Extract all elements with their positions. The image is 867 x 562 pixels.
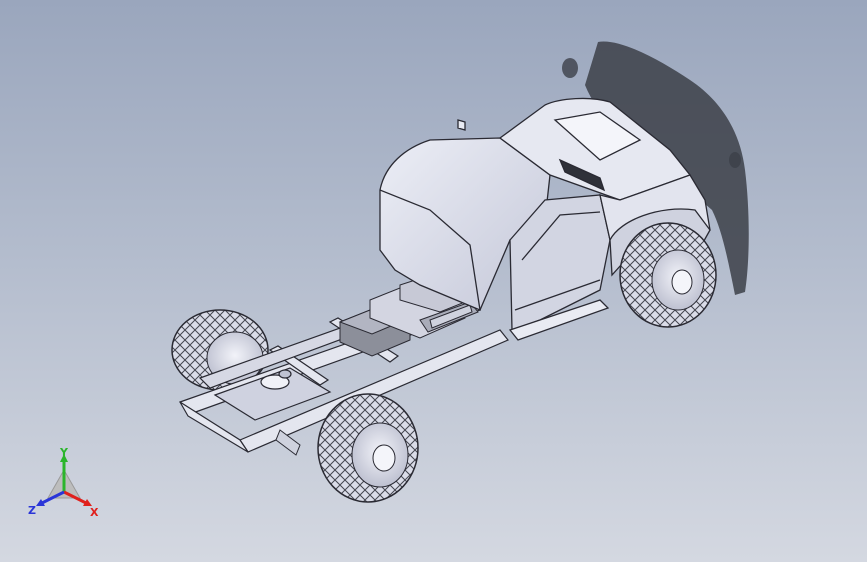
truck-model[interactable] <box>0 0 867 562</box>
front-right-wheel[interactable] <box>619 222 717 328</box>
graphics-viewport[interactable]: Y X Z <box>0 0 867 562</box>
z-axis-label: Z <box>28 504 36 517</box>
x-axis-label: X <box>90 506 99 519</box>
rear-right-wheel[interactable] <box>317 393 419 503</box>
y-axis-label: Y <box>59 448 69 459</box>
orientation-triad[interactable]: Y X Z <box>20 448 110 528</box>
